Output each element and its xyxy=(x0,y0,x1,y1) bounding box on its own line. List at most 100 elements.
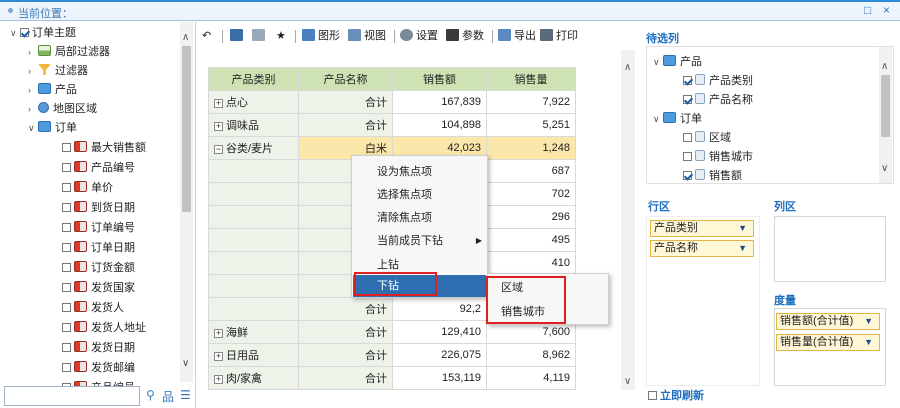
chevron-down-icon[interactable]: ∨ xyxy=(653,53,663,72)
cell-category[interactable] xyxy=(208,182,299,206)
expand-icon[interactable]: + xyxy=(214,329,223,338)
checkbox[interactable] xyxy=(62,363,71,372)
cell-product-name[interactable]: 合计 xyxy=(298,90,393,114)
cell-category[interactable] xyxy=(208,274,299,298)
search-input[interactable] xyxy=(4,386,140,406)
scroll-up-icon[interactable]: ∧ xyxy=(182,32,189,43)
cell-sales[interactable]: 226,075 xyxy=(392,343,487,367)
cell-product-name[interactable]: 合计 xyxy=(298,113,393,137)
expand-icon[interactable]: + xyxy=(214,375,223,384)
tree-field-item[interactable]: 产品编号 xyxy=(62,159,135,178)
checkbox[interactable] xyxy=(62,223,71,232)
scroll-down-icon[interactable]: ∨ xyxy=(624,376,631,387)
tree-field-item[interactable]: 发货人 xyxy=(62,299,124,318)
chevron-down-icon[interactable]: ∨ xyxy=(10,24,20,43)
checkbox[interactable] xyxy=(683,76,692,85)
cell-category[interactable] xyxy=(208,205,299,229)
tree-item-product[interactable]: › 产品 xyxy=(28,81,77,100)
cell-sales[interactable]: 104,898 xyxy=(392,113,487,137)
checkbox[interactable] xyxy=(683,133,692,142)
checkbox[interactable] xyxy=(62,343,71,352)
tree-field-item[interactable]: 发货人地址 xyxy=(62,319,146,338)
cell-quantity[interactable]: 7,922 xyxy=(486,90,576,114)
cell-quantity[interactable]: 410 xyxy=(486,251,576,275)
scrollbar-thumb[interactable] xyxy=(182,46,191,212)
view-button[interactable]: 视图 xyxy=(348,27,386,45)
candidate-field[interactable]: 产品名称 xyxy=(683,91,753,110)
print-button[interactable]: 打印 xyxy=(540,27,578,45)
checkbox[interactable] xyxy=(683,152,692,161)
cell-product-name[interactable]: 合计 xyxy=(298,320,393,344)
checkbox[interactable] xyxy=(62,143,71,152)
tree-field-item[interactable]: 订货金额 xyxy=(62,259,135,278)
scroll-up-icon[interactable]: ∧ xyxy=(881,61,888,72)
tree-field-item[interactable]: 最大销售额 xyxy=(62,139,146,158)
cell-quantity[interactable]: 495 xyxy=(486,228,576,252)
cell-category[interactable]: + 肉/家禽 xyxy=(208,366,299,390)
collapse-icon[interactable]: − xyxy=(214,145,223,154)
measure-pill[interactable]: 销售额(合计值) ▼ xyxy=(776,313,880,330)
maximize-icon[interactable]: □ xyxy=(864,3,871,17)
cell-category[interactable] xyxy=(208,159,299,183)
tree-field-item[interactable]: 发货邮编 xyxy=(62,359,135,378)
instant-refresh[interactable]: 立即刷新 xyxy=(648,387,704,403)
cell-product-name[interactable]: 合计 xyxy=(298,366,393,390)
scroll-down-icon[interactable]: ∨ xyxy=(881,163,888,174)
candidate-group[interactable]: ∨ 订单 xyxy=(653,110,702,129)
cell-product-name[interactable]: 合计 xyxy=(298,297,393,321)
chart-button[interactable]: 图形 xyxy=(302,27,340,45)
checkbox[interactable] xyxy=(62,323,71,332)
candidate-field[interactable]: 产品类别 xyxy=(683,72,753,91)
cell-category[interactable]: + 海鲜 xyxy=(208,320,299,344)
menu-set-focus[interactable]: 设为焦点项 xyxy=(353,161,486,183)
tree-scrollbar[interactable]: ∧ ∨ xyxy=(180,22,193,382)
expand-icon[interactable]: + xyxy=(214,122,223,131)
cell-category[interactable] xyxy=(208,251,299,275)
menu-select-focus[interactable]: 选择焦点项 xyxy=(353,184,486,206)
measure-pill[interactable]: 销售量(合计值) ▼ xyxy=(776,334,880,351)
cell-category[interactable]: + 日用品 xyxy=(208,343,299,367)
checkbox[interactable] xyxy=(648,391,657,400)
checkbox[interactable] xyxy=(20,28,29,37)
cell-quantity[interactable]: 1,248 xyxy=(486,136,576,160)
row-field-pill[interactable]: 产品名称 ▼ xyxy=(650,240,754,257)
header-product-name[interactable]: 产品名称 xyxy=(298,67,393,91)
params-button[interactable]: 参数 xyxy=(446,27,484,45)
scroll-down-icon[interactable]: ∨ xyxy=(182,358,189,369)
tree-view-icon[interactable]: 品 xyxy=(162,388,174,405)
settings-button[interactable]: 设置 xyxy=(400,27,438,45)
checkbox[interactable] xyxy=(62,203,71,212)
candidate-field[interactable]: 销售额 xyxy=(683,167,742,186)
cell-quantity[interactable]: 8,962 xyxy=(486,343,576,367)
cell-quantity[interactable]: 4,119 xyxy=(486,366,576,390)
tree-field-item[interactable]: 发货国家 xyxy=(62,279,135,298)
tree-field-item[interactable]: 订单编号 xyxy=(62,219,135,238)
checkbox[interactable] xyxy=(62,163,71,172)
cell-quantity[interactable]: 5,251 xyxy=(486,113,576,137)
tree-item-order[interactable]: ∨ 订单 xyxy=(28,119,77,138)
cell-sales[interactable]: 167,839 xyxy=(392,90,487,114)
cell-product-name[interactable]: 合计 xyxy=(298,343,393,367)
header-quantity[interactable]: 销售量 xyxy=(486,67,576,91)
cell-category[interactable]: + 点心 xyxy=(208,90,299,114)
tree-field-item[interactable]: 单价 xyxy=(62,179,113,198)
menu-clear-focus[interactable]: 清除焦点项 xyxy=(353,207,486,229)
scrollbar-thumb[interactable] xyxy=(881,75,890,137)
chevron-down-icon[interactable]: ∨ xyxy=(28,119,38,138)
expand-icon[interactable]: + xyxy=(214,99,223,108)
list-icon[interactable]: ☰ xyxy=(180,388,191,402)
close-icon[interactable]: × xyxy=(883,3,890,17)
tree-item-local-filter[interactable]: › 局部过滤器 xyxy=(28,43,110,62)
row-field-pill[interactable]: 产品类别 ▼ xyxy=(650,220,754,237)
cell-sales[interactable]: 129,410 xyxy=(392,320,487,344)
dropdown-icon[interactable]: ▼ xyxy=(864,314,873,329)
checkbox[interactable] xyxy=(62,263,71,272)
cell-category[interactable] xyxy=(208,297,299,321)
candidate-scrollbar[interactable]: ∧ ∨ xyxy=(879,47,892,183)
chevron-down-icon[interactable]: ∨ xyxy=(653,110,663,129)
menu-drill-current[interactable]: 当前成员下钻 ▶ xyxy=(353,230,486,252)
cell-category[interactable] xyxy=(208,228,299,252)
tree-field-item[interactable]: 订单日期 xyxy=(62,239,135,258)
dropdown-icon[interactable]: ▼ xyxy=(738,241,747,256)
chevron-right-icon[interactable]: › xyxy=(28,43,38,62)
